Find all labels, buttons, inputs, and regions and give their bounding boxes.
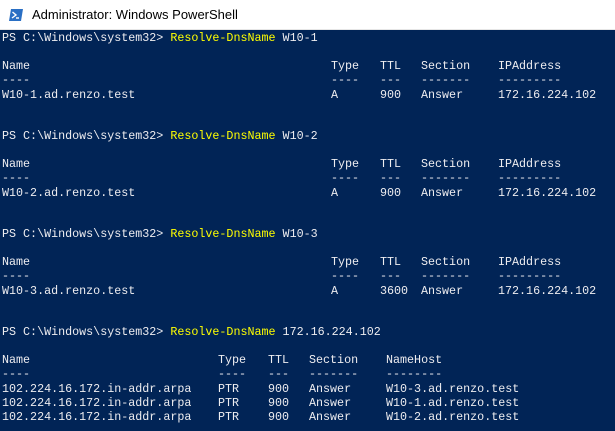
column-header-name: Name [2, 59, 31, 73]
prompt-text: PS C:\Windows\system32> [2, 227, 171, 241]
column-header-section: Section [309, 353, 359, 367]
ptr-ttl: 900 [268, 410, 290, 424]
column-separator: ------- [421, 171, 471, 185]
prompt-text: PS C:\Windows\system32> [2, 31, 171, 45]
column-separator: -------- [386, 367, 443, 381]
column-header-ipaddress: IPAddress [498, 255, 562, 269]
column-separator: ------- [309, 367, 359, 381]
column-header-type: Type [218, 353, 247, 367]
column-header-ipaddress: IPAddress [498, 157, 562, 171]
column-header-ipaddress: IPAddress [498, 59, 562, 73]
column-header-ttl: TTL [380, 255, 402, 269]
ptr-name: 102.224.16.172.in-addr.arpa [2, 410, 192, 424]
title-bar[interactable]: Administrator: Windows PowerShell [0, 0, 615, 30]
command-argument: W10-1 [275, 31, 318, 45]
column-header-name: Name [2, 157, 31, 171]
result-section: Answer [421, 88, 464, 102]
window-title: Administrator: Windows PowerShell [32, 7, 238, 22]
ptr-type: PTR [218, 396, 240, 410]
column-header-ttl: TTL [380, 157, 402, 171]
column-separator: ---- [331, 73, 360, 87]
column-separator: --- [268, 367, 290, 381]
column-header-type: Type [331, 157, 360, 171]
column-separator: ---- [2, 171, 31, 185]
result-ttl: 900 [380, 88, 402, 102]
command-argument: 172.16.224.102 [275, 325, 381, 339]
ptr-ttl: 900 [268, 382, 290, 396]
result-section: Answer [421, 284, 464, 298]
column-separator: ---- [2, 73, 31, 87]
ptr-name: 102.224.16.172.in-addr.arpa [2, 396, 192, 410]
ptr-ttl: 900 [268, 396, 290, 410]
result-name: W10-1.ad.renzo.test [2, 88, 136, 102]
ptr-namehost: W10-1.ad.renzo.test [386, 396, 520, 410]
column-separator: --- [380, 269, 402, 283]
column-separator: ---- [2, 367, 31, 381]
prompt-line: PS C:\Windows\system32> Resolve-DnsName … [2, 31, 318, 45]
result-ipaddress: 172.16.224.102 [498, 186, 597, 200]
result-ttl: 3600 [380, 284, 409, 298]
column-header-type: Type [331, 255, 360, 269]
result-ipaddress: 172.16.224.102 [498, 88, 597, 102]
command-name: Resolve-DnsName [170, 129, 276, 143]
ptr-namehost: W10-2.ad.renzo.test [386, 410, 520, 424]
command-argument: W10-3 [275, 227, 318, 241]
result-ipaddress: 172.16.224.102 [498, 284, 597, 298]
column-header-namehost: NameHost [386, 353, 443, 367]
ptr-type: PTR [218, 410, 240, 424]
column-separator: ------- [421, 269, 471, 283]
column-separator: ---- [331, 269, 360, 283]
column-separator: --------- [498, 73, 562, 87]
prompt-line: PS C:\Windows\system32> Resolve-DnsName … [2, 129, 318, 143]
result-name: W10-3.ad.renzo.test [2, 284, 136, 298]
column-header-ttl: TTL [268, 353, 290, 367]
command-name: Resolve-DnsName [170, 227, 276, 241]
command-name: Resolve-DnsName [170, 31, 276, 45]
command-argument: W10-2 [275, 129, 318, 143]
prompt-line: PS C:\Windows\system32> Resolve-DnsName … [2, 227, 318, 241]
column-header-section: Section [421, 157, 471, 171]
column-separator: --- [380, 171, 402, 185]
result-type: A [331, 284, 339, 298]
powershell-window: Administrator: Windows PowerShell PS C:\… [0, 0, 615, 431]
column-separator: --- [380, 73, 402, 87]
powershell-icon [8, 7, 24, 23]
column-header-name: Name [2, 255, 31, 269]
column-separator: ---- [331, 171, 360, 185]
ptr-section: Answer [309, 410, 352, 424]
column-header-type: Type [331, 59, 360, 73]
ptr-namehost: W10-3.ad.renzo.test [386, 382, 520, 396]
ptr-section: Answer [309, 396, 352, 410]
command-name: Resolve-DnsName [170, 325, 276, 339]
prompt-line: PS C:\Windows\system32> Resolve-DnsName … [2, 325, 381, 339]
result-type: A [331, 88, 339, 102]
column-separator: ---- [218, 367, 247, 381]
column-header-ttl: TTL [380, 59, 402, 73]
column-separator: --------- [498, 171, 562, 185]
prompt-text: PS C:\Windows\system32> [2, 325, 171, 339]
column-header-section: Section [421, 59, 471, 73]
column-separator: ---- [2, 269, 31, 283]
column-separator: ------- [421, 73, 471, 87]
result-type: A [331, 186, 339, 200]
console-output[interactable]: PS C:\Windows\system32> Resolve-DnsName … [0, 30, 615, 431]
ptr-name: 102.224.16.172.in-addr.arpa [2, 382, 192, 396]
result-section: Answer [421, 186, 464, 200]
result-name: W10-2.ad.renzo.test [2, 186, 136, 200]
column-header-section: Section [421, 255, 471, 269]
column-header-name: Name [2, 353, 31, 367]
ptr-type: PTR [218, 382, 240, 396]
prompt-text: PS C:\Windows\system32> [2, 129, 171, 143]
ptr-section: Answer [309, 382, 352, 396]
column-separator: --------- [498, 269, 562, 283]
result-ttl: 900 [380, 186, 402, 200]
